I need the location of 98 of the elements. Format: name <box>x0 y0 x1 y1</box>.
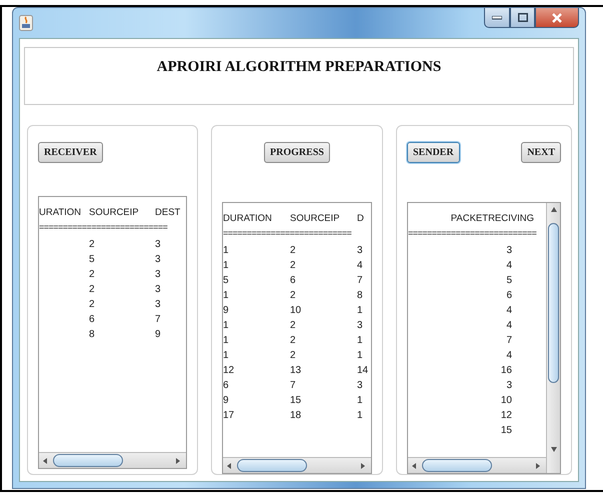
app-title: APROIRI ALGORITHM PREPARATIONS <box>156 59 442 77</box>
maximize-icon <box>518 13 528 22</box>
column-header: DEST <box>155 207 180 220</box>
table-cell-text: 4 <box>506 348 513 363</box>
table-cell-text: 1 <box>223 244 229 258</box>
table-cell-text: 5 <box>89 253 95 267</box>
table-cell-text: 17 <box>223 408 234 423</box>
close-icon <box>552 12 562 22</box>
action-button[interactable]: PROGRESS <box>264 142 330 163</box>
left-arrow-icon[interactable] <box>226 462 234 470</box>
table-cell-text: 2 <box>89 268 95 282</box>
table-cell-text: 18 <box>290 408 302 423</box>
table-cell-text: 8 <box>357 288 363 303</box>
column-header: SOURCEIP <box>89 207 139 220</box>
table-cell-text: 14 <box>357 364 368 378</box>
table-cell-text: 3 <box>155 238 161 252</box>
table-cell-text: 12 <box>500 408 513 423</box>
vertical-scrollbar[interactable] <box>546 202 560 473</box>
table-cell-text: 10 <box>500 394 513 408</box>
table-cell-text: 6 <box>290 274 296 288</box>
column-header: DURATION <box>223 212 272 226</box>
table-cell-text: 7 <box>357 274 363 288</box>
table-cell-text: 1 <box>223 318 229 333</box>
table-cell-text: 2 <box>89 283 95 297</box>
table-cell-text: 3 <box>357 244 363 258</box>
column-header: SOURCEIP <box>290 212 340 226</box>
table-cell-text: 5 <box>506 274 513 288</box>
table-cell-text: 4 <box>506 258 513 273</box>
scroll-thumb[interactable] <box>237 459 307 472</box>
close-button[interactable] <box>535 8 579 28</box>
left-arrow-icon[interactable] <box>42 456 50 464</box>
table-cell-text: 3 <box>506 378 513 393</box>
table-cell-text: 8 <box>89 328 95 342</box>
table-cell-text: 2 <box>89 238 95 252</box>
table-cell-text: 1 <box>223 348 229 363</box>
table-cell-text: 2 <box>290 288 296 303</box>
action-button[interactable]: SENDER <box>407 142 460 163</box>
horizontal-scrollbar[interactable] <box>39 452 186 468</box>
table-cell-text: 4 <box>357 258 363 273</box>
action-button[interactable]: RECEIVER <box>38 142 103 163</box>
table-cell-text: 1 <box>223 258 229 273</box>
table-cell-text: 10 <box>290 304 302 318</box>
table-cell-text: 4 <box>506 318 513 333</box>
up-arrow-icon[interactable] <box>550 206 558 214</box>
table-cell-text: 5 <box>223 274 229 288</box>
table-cell-text: 3 <box>357 378 363 393</box>
table-cell-text: 2 <box>290 348 296 363</box>
table-cell-text: 1 <box>223 288 229 303</box>
table-cell-text: 1 <box>357 334 363 348</box>
table-cell-text: 15 <box>290 394 302 408</box>
left-arrow-icon[interactable] <box>411 462 419 470</box>
table-cell-text: 6 <box>223 378 229 393</box>
table-cell-text: 16 <box>500 364 513 378</box>
minimize-icon <box>492 16 502 20</box>
table-cell-text: 3 <box>155 283 161 297</box>
column-header: PACKETRECIVING <box>450 212 535 226</box>
table-cell-text: 7 <box>506 334 513 348</box>
horizontal-scrollbar[interactable] <box>223 457 371 473</box>
table-cell-text: 2 <box>290 318 296 333</box>
table-cell-text: 6 <box>506 288 513 303</box>
table-cell-text: 12 <box>223 364 234 378</box>
table-cell-text: 15 <box>500 424 513 438</box>
scroll-thumb[interactable] <box>548 222 559 383</box>
scroll-thumb[interactable] <box>53 454 123 467</box>
table-cell-text: 6 <box>89 313 95 327</box>
maximize-button[interactable] <box>510 8 535 28</box>
down-arrow-icon[interactable] <box>550 446 558 454</box>
column-header: URATION <box>39 207 82 220</box>
table-cell-text: 13 <box>290 364 302 378</box>
table-cell-text: 2 <box>290 258 296 273</box>
table-cell-text: 3 <box>506 244 513 258</box>
table-cell-text: 9 <box>223 394 229 408</box>
table-cell-text: 2 <box>89 298 95 312</box>
table-cell-text: 3 <box>357 318 363 333</box>
table-cell-text: 2 <box>290 244 296 258</box>
table-cell-text: 1 <box>357 394 363 408</box>
java-cup-icon <box>19 15 33 31</box>
table-cell-text: 1 <box>357 304 363 318</box>
table-cell-text: 9 <box>155 328 161 342</box>
table-cell-text: 3 <box>155 253 161 267</box>
table-cell-text: 1 <box>357 408 363 423</box>
separator-text: =========================== <box>408 228 538 238</box>
table-cell-text: 9 <box>223 304 229 318</box>
table-cell-text: 1 <box>223 334 229 348</box>
horizontal-scrollbar[interactable] <box>408 457 546 473</box>
table-cell-text: 3 <box>155 298 161 312</box>
table-cell-text: 2 <box>290 334 296 348</box>
table-cell-text: 1 <box>357 348 363 363</box>
table-cell-text: 7 <box>155 313 161 327</box>
separator-text: =========================== <box>39 223 168 232</box>
scroll-thumb[interactable] <box>422 459 492 472</box>
minimize-button[interactable] <box>484 8 510 28</box>
action-button[interactable]: NEXT <box>521 142 561 163</box>
separator-text: =========================== <box>223 228 352 238</box>
table-cell-text: 3 <box>155 268 161 282</box>
table-cell-text: 7 <box>290 378 296 393</box>
table-cell-text: 4 <box>506 304 513 318</box>
column-header: D <box>357 212 364 226</box>
